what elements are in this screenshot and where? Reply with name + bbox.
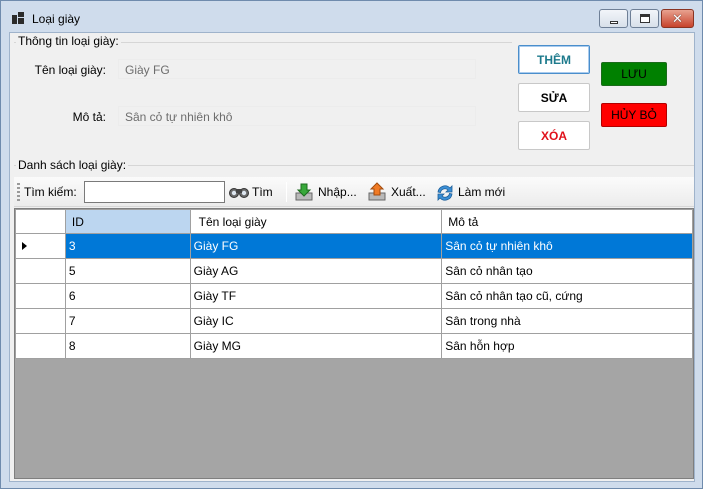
table-header-row: ID Tên loại giày Mô tả <box>15 209 693 234</box>
description-label: Mô tả: <box>72 110 106 124</box>
export-button[interactable]: Xuất... <box>367 177 426 207</box>
cell-name[interactable]: Giày AG <box>189 258 443 284</box>
binoculars-icon <box>228 182 249 202</box>
table-row[interactable]: 5 Giày AG Sân cỏ nhân tạo <box>15 258 693 284</box>
search-label: Tìm kiếm: <box>24 185 77 199</box>
maximize-button[interactable] <box>630 9 659 28</box>
form-client-area: Thông tin loại giày: Tên loại giày: Giày… <box>9 32 695 482</box>
window-title: Loại giày <box>32 12 81 26</box>
refresh-icon <box>434 182 454 202</box>
find-button[interactable]: Tìm <box>228 177 273 207</box>
cell-id[interactable]: 8 <box>64 333 191 359</box>
column-header-id[interactable]: ID <box>64 209 191 234</box>
cell-name[interactable]: Giày IC <box>189 308 443 334</box>
toolbar-separator <box>286 182 287 202</box>
row-header-corner[interactable] <box>15 209 66 234</box>
table-row[interactable]: 7 Giày IC Sân trong nhà <box>15 308 693 334</box>
cell-id[interactable]: 7 <box>64 308 191 334</box>
table-row[interactable]: 8 Giày MG Sân hỗn hợp <box>15 333 693 359</box>
row-header[interactable] <box>15 283 66 309</box>
cancel-button[interactable]: HỦY BỎ <box>601 103 667 127</box>
refresh-label: Làm mới <box>458 185 506 199</box>
import-button[interactable]: Nhập... <box>294 177 357 207</box>
import-icon <box>294 182 314 202</box>
list-group-label: Danh sách loại giày: <box>16 158 129 172</box>
cell-description[interactable]: Sân trong nhà <box>441 308 693 334</box>
table-row[interactable]: 3 Giày FG Sân cỏ tự nhiên khô <box>15 233 693 259</box>
info-group-label: Thông tin loại giày: <box>16 34 121 48</box>
column-header-name[interactable]: Tên loại giày <box>189 209 443 234</box>
row-header[interactable] <box>15 308 66 334</box>
name-field[interactable]: Giày FG <box>118 59 476 79</box>
description-field[interactable]: Sân cỏ tự nhiên khô <box>118 106 476 126</box>
export-icon <box>367 182 387 202</box>
add-button[interactable]: THÊM <box>518 45 590 74</box>
data-grid[interactable]: ID Tên loại giày Mô tả 3 Giày FG Sân cỏ tự… <box>14 208 694 479</box>
title-bar[interactable]: Loại giày ✕ <box>1 1 702 33</box>
close-button[interactable]: ✕ <box>661 9 694 28</box>
cell-id[interactable]: 5 <box>64 258 191 284</box>
row-header[interactable] <box>15 258 66 284</box>
save-button[interactable]: LƯU <box>601 62 667 86</box>
row-header[interactable] <box>15 333 66 359</box>
cell-description[interactable]: Sân cỏ tự nhiên khô <box>441 233 693 259</box>
cell-name[interactable]: Giày TF <box>189 283 443 309</box>
column-header-description[interactable]: Mô tả <box>441 209 693 234</box>
cell-id[interactable]: 6 <box>64 283 191 309</box>
cell-description[interactable]: Sân cỏ nhân tạo <box>441 258 693 284</box>
refresh-button[interactable]: Làm mới <box>434 177 505 207</box>
minimize-button[interactable] <box>599 9 628 28</box>
row-header[interactable] <box>15 233 66 259</box>
minimize-icon <box>610 21 618 24</box>
export-label: Xuất... <box>391 185 426 199</box>
toolbar: Tìm kiếm: Tìm Nhập... Xuất... Làm mới <box>14 177 694 207</box>
table-row[interactable]: 6 Giày TF Sân cỏ nhân tạo cũ, cứng <box>15 283 693 309</box>
cell-description[interactable]: Sân cỏ nhân tạo cũ, cứng <box>441 283 693 309</box>
delete-button[interactable]: XÓA <box>518 121 590 150</box>
edit-button[interactable]: SỬA <box>518 83 590 112</box>
maximize-icon <box>640 14 650 23</box>
name-label: Tên loại giày: <box>34 63 106 77</box>
app-window: Loại giày ✕ Thông tin loại giày: Tên loạ… <box>0 0 703 489</box>
import-label: Nhập... <box>318 185 357 199</box>
cell-description[interactable]: Sân hỗn hợp <box>441 333 693 359</box>
toolbar-grip[interactable] <box>17 183 20 201</box>
cell-id[interactable]: 3 <box>64 233 191 259</box>
cell-name[interactable]: Giày FG <box>189 233 443 259</box>
current-row-arrow-icon <box>22 242 27 250</box>
data-table: ID Tên loại giày Mô tả 3 Giày FG Sân cỏ tự… <box>15 209 693 359</box>
search-input[interactable] <box>84 181 225 203</box>
find-label: Tìm <box>252 185 273 199</box>
cell-name[interactable]: Giày MG <box>189 333 443 359</box>
app-icon <box>12 12 24 24</box>
close-icon: ✕ <box>672 11 683 26</box>
